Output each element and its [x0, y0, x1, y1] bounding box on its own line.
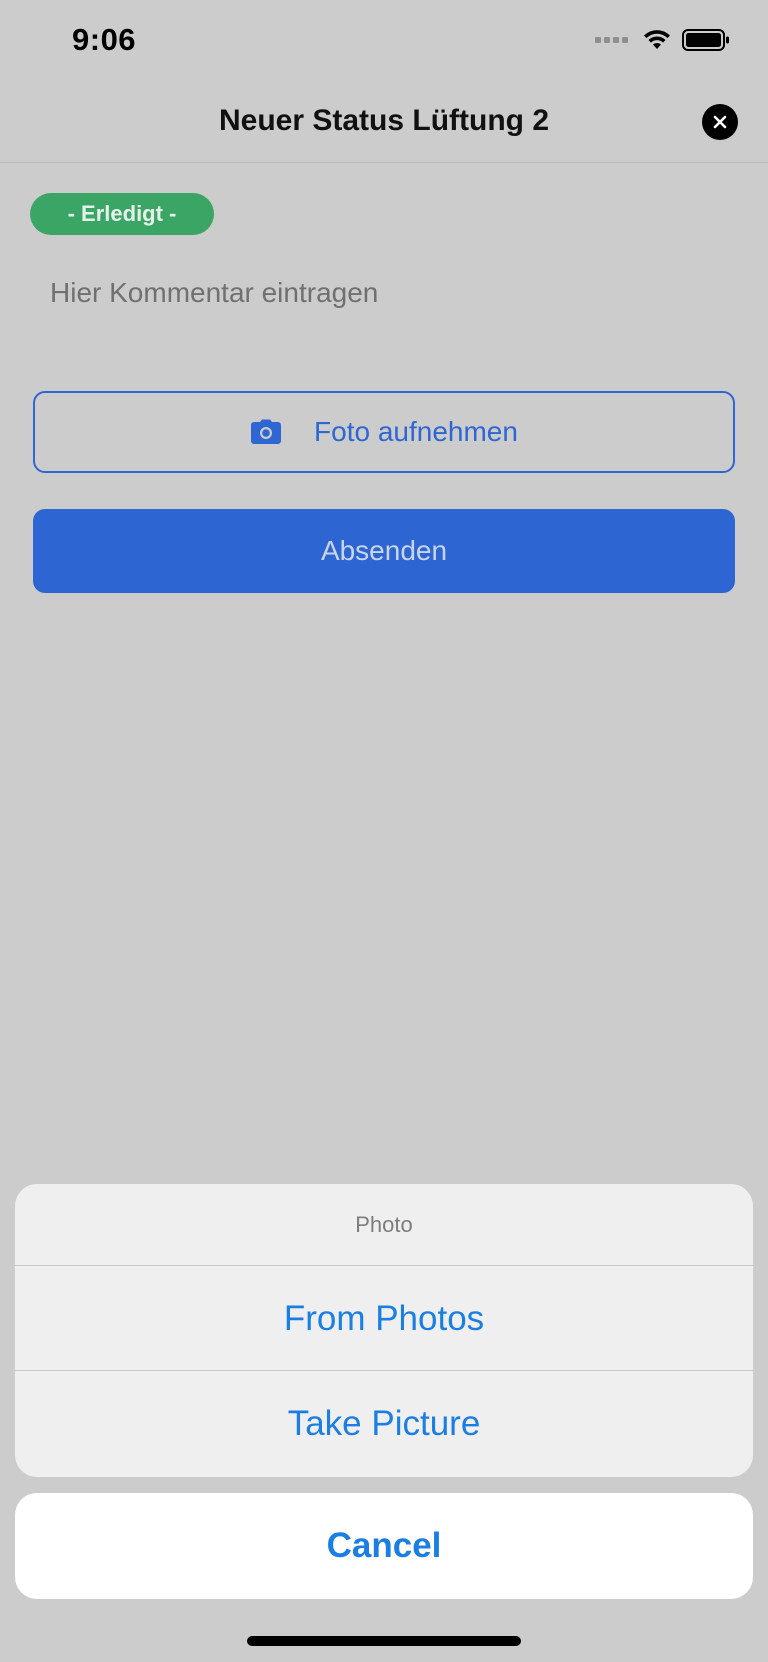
status-bar: 9:06 — [0, 0, 768, 84]
home-indicator — [247, 1636, 521, 1646]
action-sheet-title: Photo — [15, 1184, 753, 1266]
status-icons — [595, 28, 730, 52]
wifi-icon — [644, 30, 670, 49]
cancel-button[interactable]: Cancel — [15, 1493, 753, 1599]
modal-header: Neuer Status Lüftung 2 — [0, 84, 768, 163]
battery-icon — [682, 29, 729, 51]
submit-label: Absenden — [320, 535, 448, 566]
cellular-signal-icon — [595, 37, 628, 43]
take-photo-label: Foto aufnehmen — [314, 416, 518, 447]
close-button[interactable] — [702, 104, 738, 140]
comment-input[interactable] — [50, 272, 730, 314]
take-picture-option[interactable]: Take Picture — [15, 1371, 753, 1476]
status-time: 9:06 — [72, 22, 137, 57]
camera-icon — [251, 419, 282, 444]
page-title: Neuer Status Lüftung 2 — [218, 104, 549, 137]
status-badge: - Erledigt - — [30, 193, 214, 235]
submit-button[interactable]: Absenden — [33, 509, 735, 593]
from-photos-option[interactable]: From Photos — [15, 1266, 753, 1371]
action-sheet: Photo From Photos Take Picture — [15, 1184, 753, 1477]
take-photo-button[interactable]: Foto aufnehmen — [33, 391, 735, 473]
close-icon — [713, 115, 727, 129]
